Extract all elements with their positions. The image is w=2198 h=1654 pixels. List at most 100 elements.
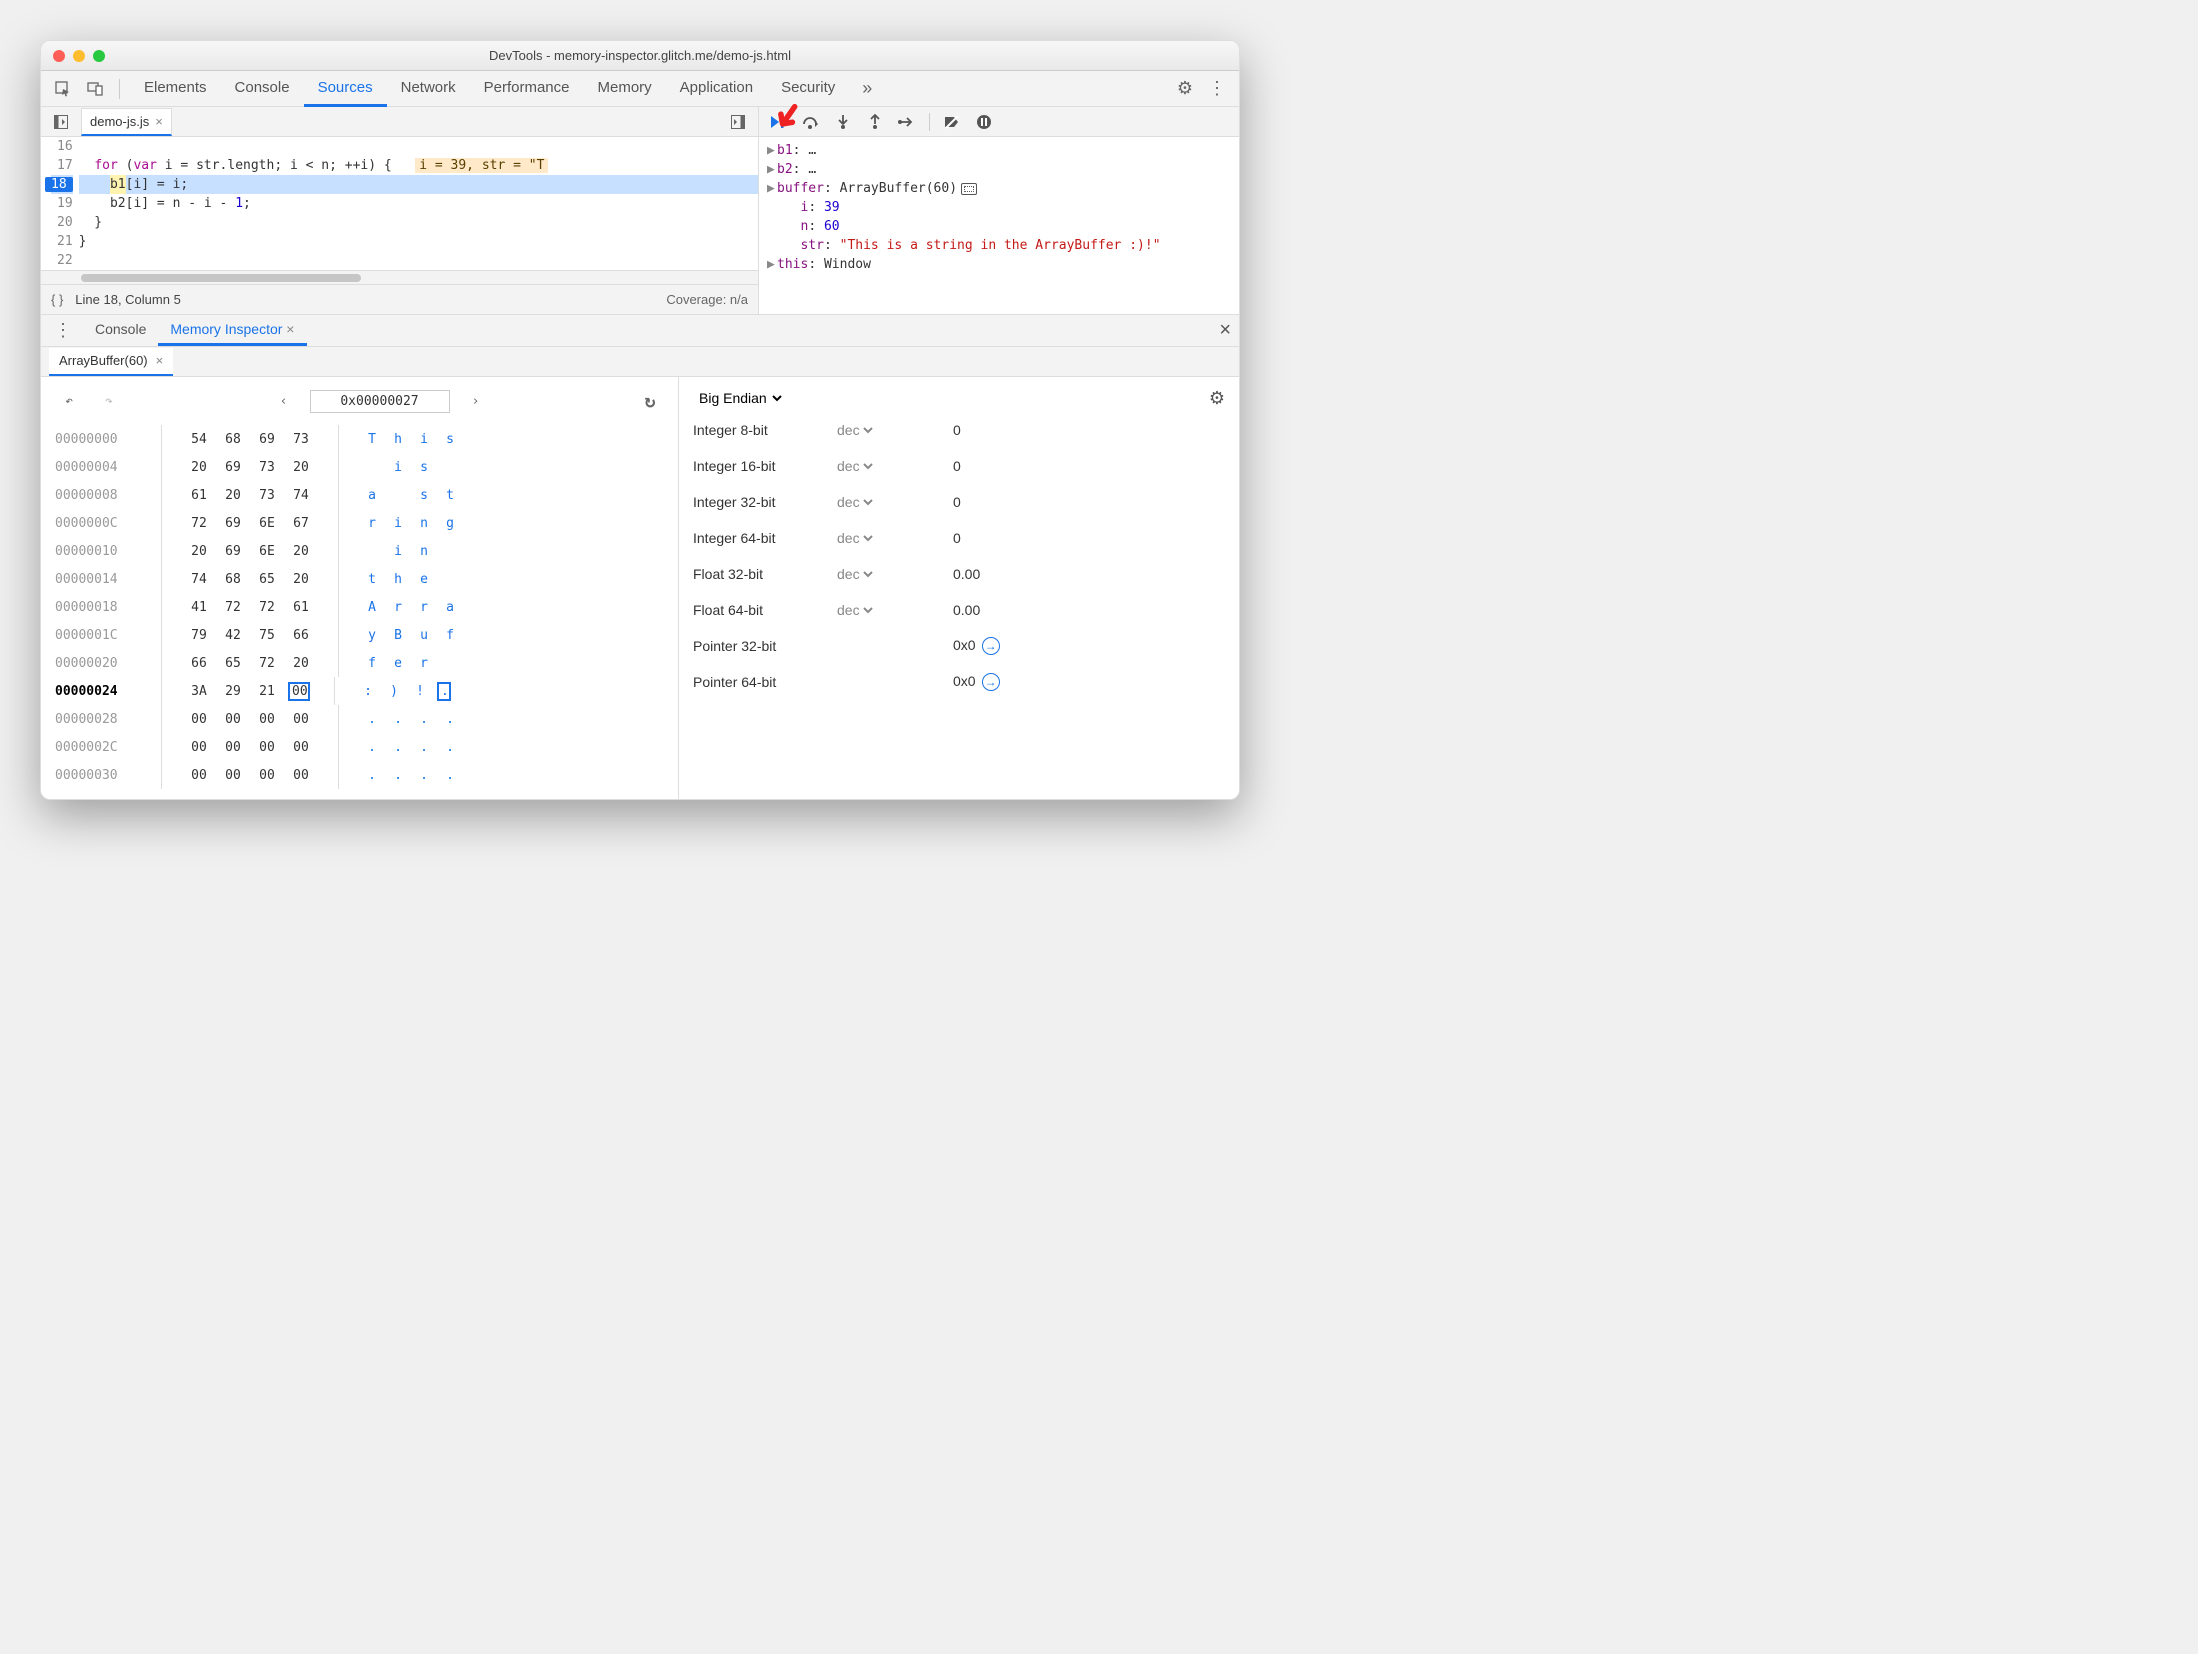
value-type-label: Float 32-bit — [693, 566, 833, 582]
close-tab-icon[interactable]: × — [155, 114, 163, 129]
encoding-select[interactable]: dec — [833, 457, 876, 475]
scope-row-i[interactable]: i: 39 — [767, 198, 1231, 217]
jump-to-address-icon[interactable]: → — [982, 637, 1000, 655]
value-output: 0 — [953, 530, 1225, 546]
deactivate-breakpoints-icon[interactable] — [938, 108, 966, 136]
mi-buffer-tab-bar: ArrayBuffer(60) × — [41, 347, 1239, 377]
hex-row[interactable]: 0000001020696E20 in — [55, 537, 664, 565]
tab-network[interactable]: Network — [387, 71, 470, 107]
step-icon[interactable] — [893, 108, 921, 136]
resume-icon[interactable] — [765, 108, 793, 136]
tab-console[interactable]: Console — [221, 71, 304, 107]
hex-row[interactable]: 0000001474686520the — [55, 565, 664, 593]
scope-row-n[interactable]: n: 60 — [767, 217, 1231, 236]
hex-row[interactable]: 0000000054686973This — [55, 425, 664, 453]
hex-row[interactable]: 0000002800000000.... — [55, 705, 664, 733]
scope-row-this[interactable]: ▶this: Window — [767, 255, 1231, 274]
code-editor[interactable]: 16171819202122 for (var i = str.length; … — [41, 137, 758, 270]
reveal-in-memory-icon[interactable] — [961, 183, 977, 195]
refresh-icon[interactable]: ↻ — [636, 387, 664, 415]
pretty-print-icon[interactable]: { } — [51, 292, 63, 307]
hex-row[interactable]: 0000001841727261Arra — [55, 593, 664, 621]
address-input[interactable]: 0x00000027 — [310, 390, 450, 413]
step-into-icon[interactable] — [829, 108, 857, 136]
window-title: DevTools - memory-inspector.glitch.me/de… — [41, 48, 1239, 63]
minimize-icon[interactable] — [73, 50, 85, 62]
next-page-icon[interactable]: › — [462, 387, 490, 415]
hex-row[interactable]: 0000003000000000.... — [55, 761, 664, 789]
value-output: 0 — [953, 422, 1225, 438]
traffic-lights — [53, 50, 105, 62]
value-type-label: Integer 64-bit — [693, 530, 833, 546]
drawer-tab-bar: ⋮ ConsoleMemory Inspector × × — [41, 315, 1239, 347]
cursor-position: Line 18, Column 5 — [75, 292, 181, 307]
hex-row[interactable]: 000000243A292100:)!. — [55, 677, 664, 705]
tab-memory[interactable]: Memory — [584, 71, 666, 107]
encoding-select[interactable]: dec — [833, 529, 876, 547]
drawer-more-icon[interactable]: ⋮ — [49, 317, 77, 345]
main-tab-bar: ElementsConsoleSourcesNetworkPerformance… — [41, 71, 1239, 107]
debugger-toggle-icon[interactable] — [724, 108, 752, 136]
sources-panel: demo-js.js × 16171819202122 for (var i =… — [41, 107, 759, 314]
close-drawer-tab-icon[interactable]: × — [282, 321, 294, 337]
close-drawer-icon[interactable]: × — [1219, 319, 1231, 342]
value-output: 0x0→ — [953, 637, 1225, 655]
coverage-status: Coverage: n/a — [666, 292, 748, 307]
encoding-select[interactable]: dec — [833, 493, 876, 511]
hex-row[interactable]: 0000002C00000000.... — [55, 733, 664, 761]
endian-select[interactable]: Big Endian — [693, 387, 785, 409]
buffer-tab-label: ArrayBuffer(60) — [59, 353, 148, 368]
hex-row[interactable]: 0000000C72696E67ring — [55, 509, 664, 537]
maximize-icon[interactable] — [93, 50, 105, 62]
hex-row[interactable]: 0000002066657220fer — [55, 649, 664, 677]
redo-icon[interactable]: ↷ — [95, 387, 123, 415]
value-type-label: Integer 8-bit — [693, 422, 833, 438]
hex-row[interactable]: 0000000861207374a st — [55, 481, 664, 509]
drawer-tab-console[interactable]: Console — [83, 315, 158, 346]
horizontal-scrollbar[interactable] — [41, 270, 758, 284]
tab-sources[interactable]: Sources — [304, 71, 387, 107]
tab-performance[interactable]: Performance — [470, 71, 584, 107]
encoding-select[interactable]: dec — [833, 601, 876, 619]
settings-icon[interactable]: ⚙ — [1171, 75, 1199, 103]
close-buffer-tab-icon[interactable]: × — [156, 353, 164, 368]
main-tabs: ElementsConsoleSourcesNetworkPerformance… — [130, 71, 849, 107]
pause-on-exceptions-icon[interactable] — [970, 108, 998, 136]
scope-row-b1[interactable]: ▶b1: … — [767, 141, 1231, 160]
value-type-label: Integer 16-bit — [693, 458, 833, 474]
undo-icon[interactable]: ↶ — [55, 387, 83, 415]
titlebar: DevTools - memory-inspector.glitch.me/de… — [41, 41, 1239, 71]
drawer-tabs: ConsoleMemory Inspector × — [83, 315, 307, 346]
buffer-tab[interactable]: ArrayBuffer(60) × — [49, 348, 173, 376]
hex-row[interactable]: 0000001C79427566yBuf — [55, 621, 664, 649]
value-settings-icon[interactable]: ⚙ — [1209, 388, 1225, 409]
tab-application[interactable]: Application — [666, 71, 767, 107]
more-tabs-icon[interactable]: » — [853, 75, 881, 103]
scope-row-str[interactable]: str: "This is a string in the ArrayBuffe… — [767, 236, 1231, 255]
prev-page-icon[interactable]: ‹ — [270, 387, 298, 415]
tab-security[interactable]: Security — [767, 71, 849, 107]
tab-elements[interactable]: Elements — [130, 71, 221, 107]
value-interpreter: Big Endian ⚙ Integer 8-bitdec0Integer 16… — [679, 377, 1239, 799]
scope-row-buffer[interactable]: ▶buffer: ArrayBuffer(60) — [767, 179, 1231, 198]
hex-viewer: ↶ ↷ ‹ 0x00000027 › ↻ 0000000054686973Thi… — [41, 377, 679, 799]
encoding-select[interactable]: dec — [833, 565, 876, 583]
device-toggle-icon[interactable] — [81, 75, 109, 103]
value-output: 0.00 — [953, 602, 1225, 618]
value-output: 0 — [953, 458, 1225, 474]
close-icon[interactable] — [53, 50, 65, 62]
navigator-toggle-icon[interactable] — [47, 108, 75, 136]
scope-row-b2[interactable]: ▶b2: … — [767, 160, 1231, 179]
devtools-window: DevTools - memory-inspector.glitch.me/de… — [40, 40, 1240, 800]
value-type-label: Pointer 64-bit — [693, 674, 833, 690]
debugger-sidebar: ▶b1: …▶b2: …▶buffer: ArrayBuffer(60) i: … — [759, 107, 1239, 314]
jump-to-address-icon[interactable]: → — [982, 673, 1000, 691]
step-out-icon[interactable] — [861, 108, 889, 136]
drawer-tab-memory-inspector[interactable]: Memory Inspector × — [158, 315, 306, 346]
more-icon[interactable]: ⋮ — [1203, 75, 1231, 103]
inspect-element-icon[interactable] — [49, 75, 77, 103]
step-over-icon[interactable] — [797, 108, 825, 136]
hex-row[interactable]: 0000000420697320 is — [55, 453, 664, 481]
encoding-select[interactable]: dec — [833, 421, 876, 439]
file-tab[interactable]: demo-js.js × — [81, 108, 172, 136]
